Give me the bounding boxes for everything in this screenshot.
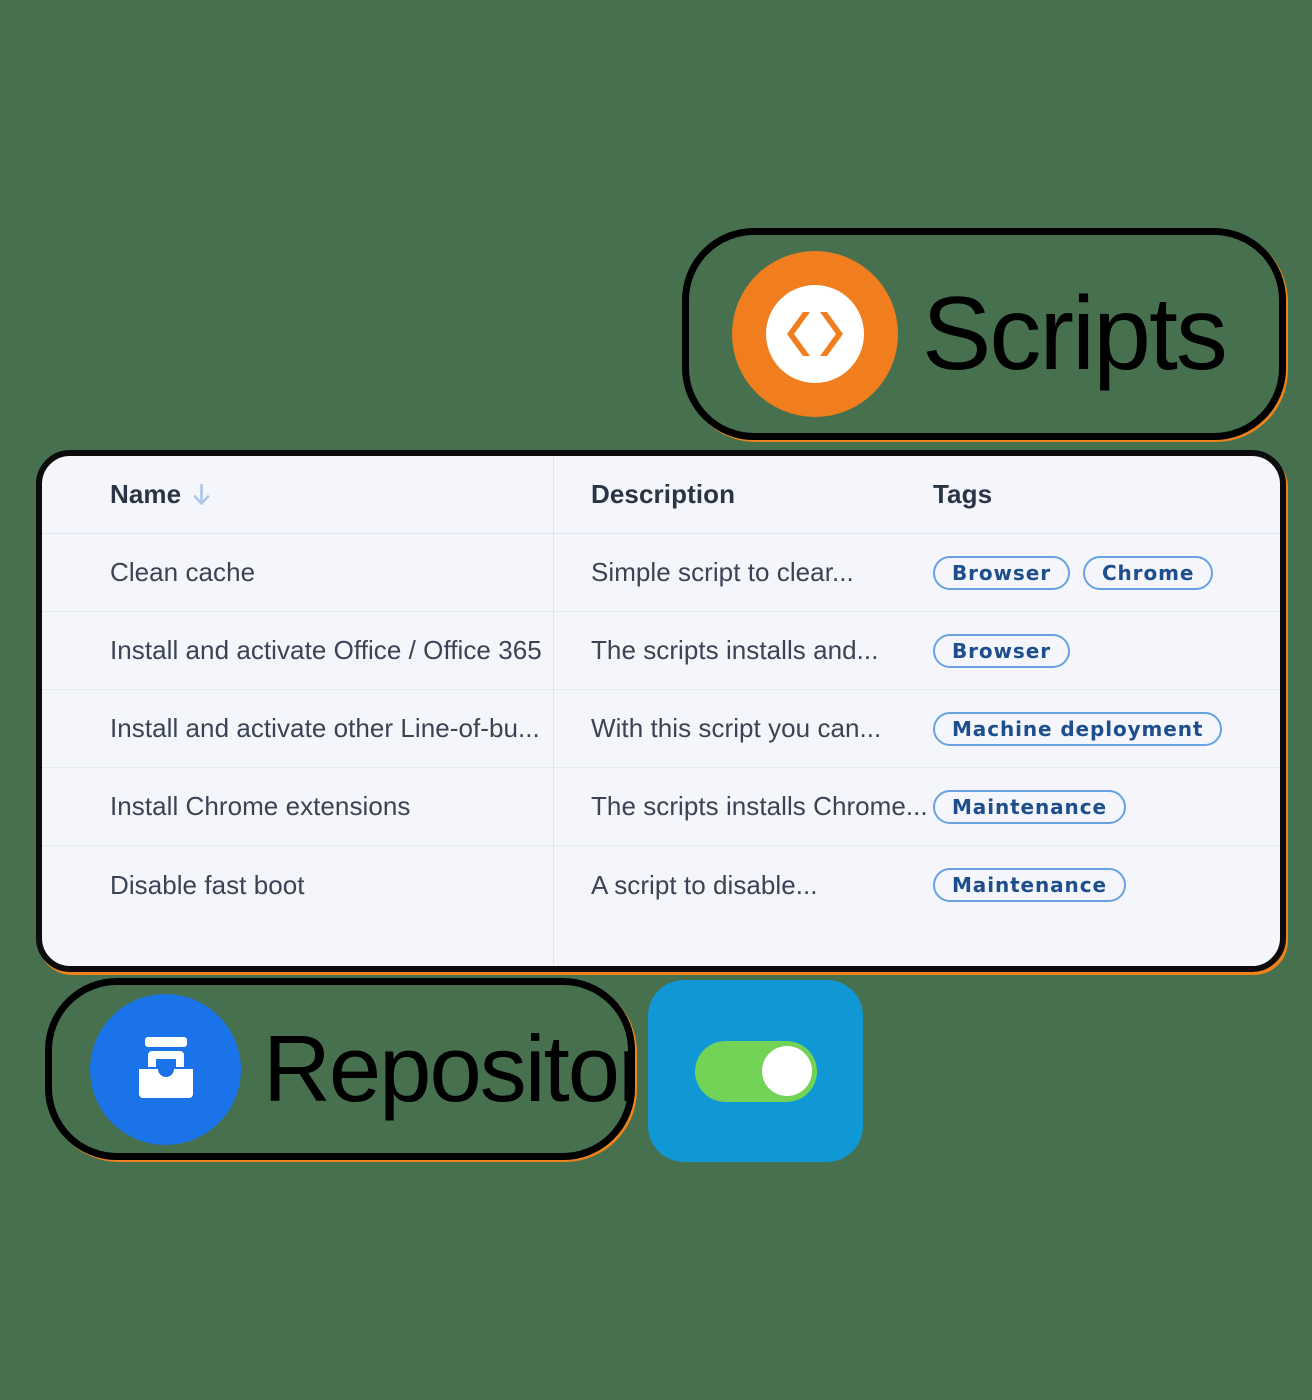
tag-badge[interactable]: Chrome [1082,555,1214,590]
arrow-down-icon[interactable] [193,483,210,506]
tag-badge[interactable]: Machine deployment [933,711,1223,746]
column-header-description-label: Description [591,479,736,509]
cell-tags: Browser [933,633,1280,668]
repository-icon-circle [90,993,241,1145]
table-row[interactable]: Install and activate other Line-of-bu...… [42,690,1280,768]
repository-badge[interactable]: Repository [45,978,635,1160]
cell-tags: Maintenance [933,789,1280,824]
column-header-tags-cell: Tags [933,479,1280,510]
code-brackets-glyph [787,312,843,356]
column-header-tags-label: Tags [933,479,993,509]
cell-description: A script to disable... [591,869,818,900]
cell-name: Install and activate Office / Office 365 [110,635,542,665]
archive-inbox-icon [138,1037,193,1098]
cell-description: The scripts installs Chrome... [591,791,928,821]
illustration-stage: Scripts Name Description Tags Clean cach… [0,0,1312,1400]
tag-badge[interactable]: Browser [933,633,1070,668]
table-row[interactable]: Clean cache Simple script to clear... Br… [42,534,1280,612]
cell-tags: Maintenance [933,868,1280,902]
scripts-badge[interactable]: Scripts [682,228,1286,440]
column-header-description-cell: Description [553,479,933,510]
tag-badge[interactable]: Browser [933,555,1070,590]
toggle-knob[interactable] [761,1046,812,1096]
cell-name: Clean cache [110,557,256,587]
table-header-row: Name Description Tags [42,456,1280,534]
column-header-name[interactable]: Name [110,479,553,510]
tag-badge[interactable]: Maintenance [933,868,1126,902]
scripts-badge-label: Scripts [922,276,1228,392]
scripts-table-card: Name Description Tags Clean cache Simple… [36,450,1286,972]
code-brackets-icon [766,285,864,383]
tag-badge[interactable]: Maintenance [933,789,1126,824]
table-row[interactable]: Install and activate Office / Office 365… [42,612,1280,690]
column-header-description[interactable]: Description [591,479,933,510]
table-row[interactable]: Disable fast boot A script to disable...… [42,846,1280,924]
cell-description: Simple script to clear... [591,557,854,587]
cell-tags: Machine deployment [933,711,1280,746]
toggle-switch-tile[interactable] [648,980,863,1162]
cell-description: The scripts installs and... [591,635,879,665]
column-header-tags[interactable]: Tags [933,479,992,510]
column-header-name-label: Name [110,479,182,509]
arrow-down-glyph [193,483,210,505]
toggle-switch-on-icon[interactable] [694,1040,817,1102]
cell-description: With this script you can... [591,713,882,743]
repository-badge-label: Repository [263,1016,628,1121]
cell-name: Install and activate other Line-of-bu... [110,713,540,743]
cell-tags: Browser Chrome [933,555,1280,590]
scripts-table: Name Description Tags Clean cache Simple… [42,456,1280,966]
column-header-name-cell: Name [110,479,553,510]
cell-name: Install Chrome extensions [110,791,411,821]
cell-name: Disable fast boot [110,869,305,900]
table-row[interactable]: Install Chrome extensions The scripts in… [42,768,1280,846]
scripts-icon-circle [732,251,898,417]
